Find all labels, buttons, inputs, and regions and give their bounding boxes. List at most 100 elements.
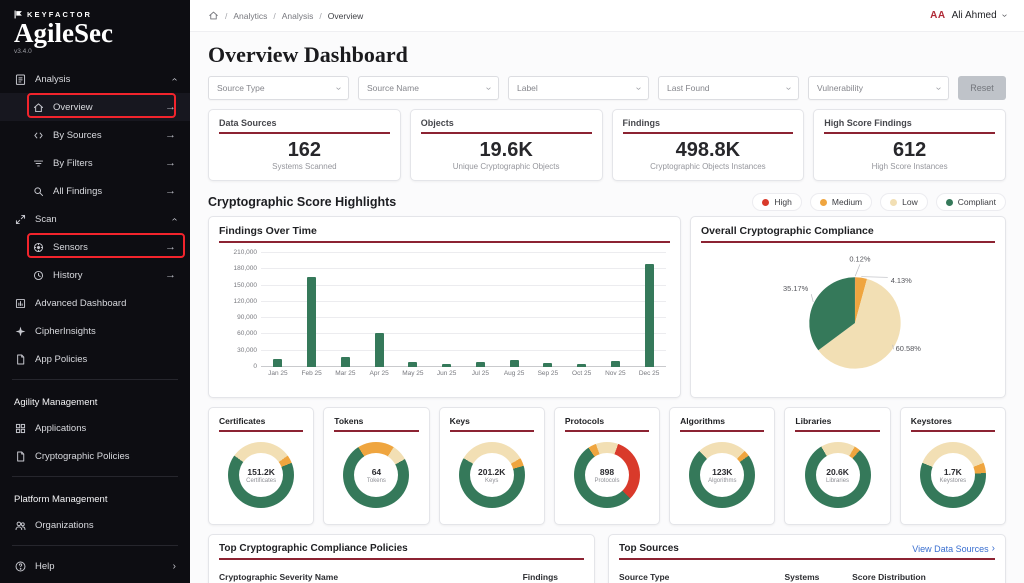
sidebar-item-label: Advanced Dashboard	[35, 298, 126, 309]
breadcrumb-analytics[interactable]: Analytics	[219, 11, 267, 21]
title-underline	[219, 558, 584, 560]
sidebar-item-applications[interactable]: Applications	[0, 414, 190, 442]
legend-medium: Medium	[810, 193, 872, 211]
filter-label[interactable]: Label›	[508, 76, 649, 100]
object-card-title: Certificates	[219, 416, 303, 426]
object-card-algorithms: Algorithms 123KAlgorithms	[669, 407, 775, 525]
sidebar-section-agility: Agility Management	[0, 386, 190, 414]
legend-high: High	[752, 193, 801, 211]
object-card-title: Protocols	[565, 416, 649, 426]
people-icon	[14, 519, 27, 532]
bar	[510, 360, 519, 367]
filter-placeholder: Label	[517, 83, 538, 93]
user-name: Ali Ahmed	[952, 10, 997, 21]
sidebar-item-organizations[interactable]: Organizations	[0, 511, 190, 539]
object-sublabel: Keystores	[940, 478, 967, 484]
title-underline	[219, 132, 390, 134]
sidebar-item-all-findings[interactable]: All Findings →	[0, 177, 190, 205]
filter-vulnerability[interactable]: Vulnerability›	[808, 76, 949, 100]
history-clock-icon	[32, 269, 45, 282]
object-card-keystores: Keystores 1.7KKeystores	[900, 407, 1006, 525]
sidebar-item-by-filters[interactable]: By Filters →	[0, 149, 190, 177]
sidebar-item-sensors[interactable]: Sensors →	[0, 233, 190, 261]
section-title: Cryptographic Score Highlights	[208, 195, 396, 209]
bar	[341, 357, 350, 367]
filter-source-type[interactable]: Source Type›	[208, 76, 349, 100]
stats-row: Data Sources 162 Systems Scanned Objects…	[208, 109, 1006, 181]
arrow-right-icon: →	[165, 102, 176, 113]
table-title: Top Sources	[619, 543, 679, 554]
user-menu[interactable]: AA Ali Ahmed ›	[930, 10, 1006, 21]
title-underline	[623, 132, 794, 134]
sidebar-item-label: Cryptographic Policies	[35, 451, 130, 462]
top-policies-card: Top Cryptographic Compliance Policies Cr…	[208, 534, 595, 583]
sidebar: KEYFACTOR AgileSec v3.4.0 Analysis › Ove…	[0, 0, 190, 583]
sidebar-item-label: Applications	[35, 423, 86, 434]
chevron-right-icon: ›	[173, 561, 176, 572]
stat-sublabel: Cryptographic Objects Instances	[623, 162, 794, 171]
sidebar-item-advanced-dashboard[interactable]: Advanced Dashboard	[0, 289, 190, 317]
legend-label: High	[774, 197, 791, 207]
help-icon	[14, 560, 27, 573]
object-donut-center: 898Protocols	[585, 453, 629, 497]
sidebar-item-scan[interactable]: Scan ›	[0, 205, 190, 233]
stat-card-objects: Objects 19.6K Unique Cryptographic Objec…	[410, 109, 603, 181]
home-icon[interactable]	[208, 10, 219, 21]
object-value: 201.2K	[478, 467, 505, 477]
stat-value: 612	[824, 140, 995, 160]
column-header: Source Type	[619, 572, 784, 582]
legend-compliant: Compliant	[936, 193, 1006, 211]
view-data-sources-link[interactable]: View Data Sources›	[912, 543, 995, 554]
sidebar-item-cryptographic-policies[interactable]: Cryptographic Policies	[0, 442, 190, 470]
home-icon	[32, 101, 45, 114]
document-icon	[14, 353, 27, 366]
sidebar-divider	[12, 545, 178, 546]
object-sublabel: Keys	[485, 478, 498, 484]
title-underline	[334, 430, 418, 432]
sidebar-item-history[interactable]: History →	[0, 261, 190, 289]
breadcrumb-overview[interactable]: Overview	[313, 11, 363, 21]
filter-last-found[interactable]: Last Found›	[658, 76, 799, 100]
sidebar-item-label: Overview	[53, 102, 93, 113]
arrow-right-icon: →	[165, 186, 176, 197]
filter-source-name[interactable]: Source Name›	[358, 76, 499, 100]
sidebar-item-analysis[interactable]: Analysis ›	[0, 65, 190, 93]
sidebar-item-label: Analysis	[35, 74, 70, 85]
stat-label: Data Sources	[219, 118, 390, 128]
score-legend: High Medium Low Compliant	[752, 193, 1006, 211]
sidebar-item-help[interactable]: Help ›	[0, 552, 190, 580]
expand-icon	[14, 213, 27, 226]
object-value: 898	[600, 467, 614, 477]
title-underline	[450, 430, 534, 432]
sidebar-item-by-sources[interactable]: By Sources →	[0, 121, 190, 149]
breadcrumb-analysis[interactable]: Analysis	[267, 11, 313, 21]
dashboard-icon	[14, 297, 27, 310]
svg-text:60.58%: 60.58%	[896, 344, 922, 353]
title-underline	[911, 430, 995, 432]
object-value: 1.7K	[944, 467, 962, 477]
object-value: 123K	[712, 467, 732, 477]
tables-row: Top Cryptographic Compliance Policies Cr…	[208, 534, 1006, 583]
legend-dot-low	[890, 199, 897, 206]
object-card-title: Keystores	[911, 416, 995, 426]
chevron-down-icon: ›	[999, 14, 1010, 17]
page-title: Overview Dashboard	[208, 42, 1006, 68]
sidebar-item-cipherinsights[interactable]: CipherInsights	[0, 317, 190, 345]
brand-logo: KEYFACTOR AgileSec v3.4.0	[0, 0, 190, 57]
sidebar-item-overview[interactable]: Overview →	[0, 93, 190, 121]
stat-label: High Score Findings	[824, 118, 995, 128]
bar	[307, 277, 316, 367]
legend-label: Medium	[832, 197, 862, 207]
bar	[645, 264, 654, 367]
legend-low: Low	[880, 193, 928, 211]
findings-bar-chart: 030,00060,00090,000120,000150,000180,000…	[261, 253, 666, 377]
object-sublabel: Libraries	[826, 478, 849, 484]
stat-label: Findings	[623, 118, 794, 128]
filter-placeholder: Vulnerability	[817, 83, 863, 93]
grid-icon	[14, 422, 27, 435]
reset-button[interactable]: Reset	[958, 76, 1006, 100]
title-underline	[565, 430, 649, 432]
sidebar-item-app-policies[interactable]: App Policies	[0, 345, 190, 373]
chevron-up-icon: ›	[169, 77, 180, 80]
stat-label: Objects	[421, 118, 592, 128]
